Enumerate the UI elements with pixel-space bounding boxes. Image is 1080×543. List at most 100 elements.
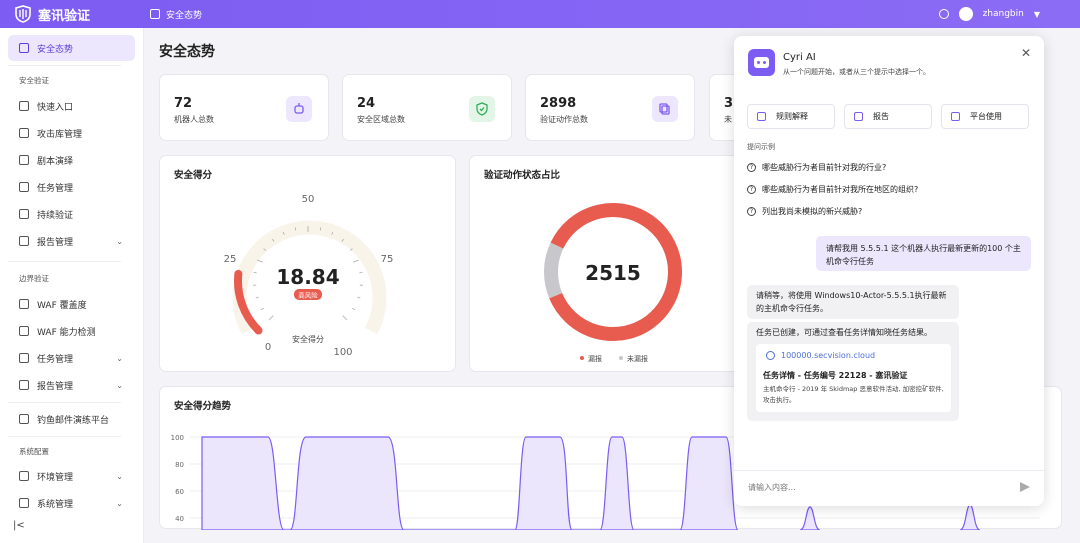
copy-icon [652,96,678,122]
sidebar-item-playbook[interactable]: 剧本演绎 [8,147,135,173]
stat-card-robots[interactable]: 72 机器人总数 [159,74,329,141]
gauge-tick [255,296,259,299]
donut-chart: 2515 漏报 未漏报 [544,203,682,363]
sidebar-group-label: 安全验证 [19,76,49,85]
examples-heading: 提问示例 [747,143,775,151]
question-text: 哪些威胁行为者目前针对我所在地区的组织? [762,185,919,194]
example-question[interactable]: ? 列出我尚未模拟的新兴威胁? [747,206,862,217]
security-score-card: 安全得分 0 25 50 75 100 18.84 高风险 安全得分 [159,155,456,372]
divider [8,436,121,437]
donut-center-value: 2515 [585,261,641,285]
sidebar-item-label: 系统管理 [37,499,74,510]
user-message: 请帮我用 5.5.5.1 这个机器人执行最新更新的100 个主机命令行任务 [816,236,1031,271]
question-icon: ? [747,207,756,216]
sidebar-item-system[interactable]: 系统管理 ⌄ [8,490,135,516]
stat-card-actions[interactable]: 2898 验证动作总数 [525,74,695,141]
divider [8,402,121,403]
entry-icon [19,101,29,111]
sidebar-item-label: 安全态势 [37,44,74,55]
target-icon [19,209,29,219]
stat-card-zones[interactable]: 24 安全区域总数 [342,74,512,141]
username[interactable]: zhangbin [983,9,1024,19]
avatar[interactable] [958,7,973,21]
sidebar-item-label: 任务管理 [37,183,74,194]
sidebar-item-reports[interactable]: 报告管理 ⌄ [8,228,135,254]
gauge-tick [353,259,359,263]
assistant-title: Cyri AI [783,52,816,63]
sidebar-item-label: 钓鱼邮件演练平台 [37,415,110,426]
dashboard-icon [150,9,160,19]
divider [734,470,1044,471]
sidebar-item-label: 报告管理 [37,381,74,392]
stat-label: 未 [724,115,732,124]
chat-input[interactable] [748,483,998,492]
report-icon [19,236,29,246]
task-link-card[interactable]: 100000.secvision.cloud 任务详情 - 任务编号 22128… [756,344,951,412]
send-icon[interactable] [1020,482,1030,492]
gauge-tick [357,296,361,299]
link-icon[interactable] [938,9,949,19]
sidebar-item-waf-coverage[interactable]: WAF 覆盖度 [8,291,135,317]
ai-assistant-panel: Cyri AI 从一个问题开始，或者从三个提示中选择一个。 ✕ 规则解释 报告 … [734,36,1044,506]
sidebar: 安全态势 安全验证 快速入口 攻击库管理 剧本演绎 任务管理 持续验证 报告管理… [0,28,144,543]
risk-badge: 高风险 [298,291,318,300]
sidebar-item-label: 报告管理 [37,237,74,248]
close-icon[interactable]: ✕ [1021,46,1031,60]
settings-icon [19,498,29,508]
collapse-sidebar-icon[interactable]: |< [13,520,25,531]
sidebar-item-quick-entry[interactable]: 快速入口 [8,93,135,119]
question-text: 哪些威胁行为者目前针对我的行业? [762,163,887,172]
assistant-subtitle: 从一个问题开始，或者从三个提示中选择一个。 [783,68,930,76]
chevron-down-icon: ⌄ [116,353,123,363]
legend-label: 漏报 [588,354,602,363]
chip-label: 平台使用 [970,112,1002,121]
chevron-down-icon: ⌄ [116,380,123,390]
sidebar-item-waf-check[interactable]: WAF 能力检测 [8,318,135,344]
env-icon [19,471,29,481]
stat-value: 24 [357,96,376,111]
question-text: 列出我尚未模拟的新兴威胁? [762,207,863,216]
playbook-icon [19,155,29,165]
legend-dot-red [580,356,584,360]
dashboard-icon [19,43,29,53]
sidebar-group-label: 边界验证 [19,274,49,283]
brand-logo[interactable]: 塞讯验证 [0,5,150,24]
breadcrumb: 安全态势 [150,8,202,21]
example-question[interactable]: ? 哪些威胁行为者目前针对我所在地区的组织? [747,184,918,195]
chip-platform[interactable]: 平台使用 [941,104,1029,129]
gauge-tick-label: 50 [302,194,315,205]
task-description: 主机命令行 - 2019 年 Skidmap 恶意软件活动, 加密挖矿软件, 攻… [763,385,944,404]
sidebar-item-tasks[interactable]: 任务管理 [8,174,135,200]
y-tick-label: 60 [175,488,184,496]
sidebar-item-label: 持续验证 [37,210,74,221]
book-icon [757,112,766,121]
chip-rule-explain[interactable]: 规则解释 [747,104,835,129]
mail-icon [19,414,29,424]
sidebar-item-label: 环境管理 [37,472,74,483]
gauge-tick [260,307,264,311]
gauge-tick-label: 0 [265,342,271,353]
task-link[interactable]: 100000.secvision.cloud [766,351,875,360]
sidebar-item-phishing[interactable]: 钓鱼邮件演练平台 [8,406,135,432]
sidebar-item-reports-2[interactable]: 报告管理 ⌄ [8,372,135,398]
chevron-down-icon: ⌄ [116,236,123,246]
sidebar-item-dashboard[interactable]: 安全态势 [8,35,135,61]
y-tick-label: 40 [175,515,184,523]
task-title: 任务详情 - 任务编号 22128 - 塞讯验证 [763,371,908,380]
example-question[interactable]: ? 哪些威胁行为者目前针对我的行业? [747,162,886,173]
sidebar-item-label: 快速入口 [37,102,74,113]
legend-label: 未漏报 [627,354,648,363]
sidebar-item-continuous[interactable]: 持续验证 [8,201,135,227]
sidebar-item-attack-lib[interactable]: 攻击库管理 [8,120,135,146]
page-title: 安全态势 [159,44,215,60]
sidebar-item-tasks-2[interactable]: 任务管理 ⌄ [8,345,135,371]
score-value: 18.84 [276,265,339,289]
chip-report[interactable]: 报告 [844,104,932,129]
donut-slice-not-missed [544,242,564,299]
attack-lib-icon [19,128,29,138]
chevron-down-icon[interactable]: ▼ [1034,10,1040,19]
sidebar-item-env[interactable]: 环境管理 ⌄ [8,463,135,489]
question-icon: ? [747,163,756,172]
legend-dot-gray [619,356,623,360]
divider [8,65,121,66]
